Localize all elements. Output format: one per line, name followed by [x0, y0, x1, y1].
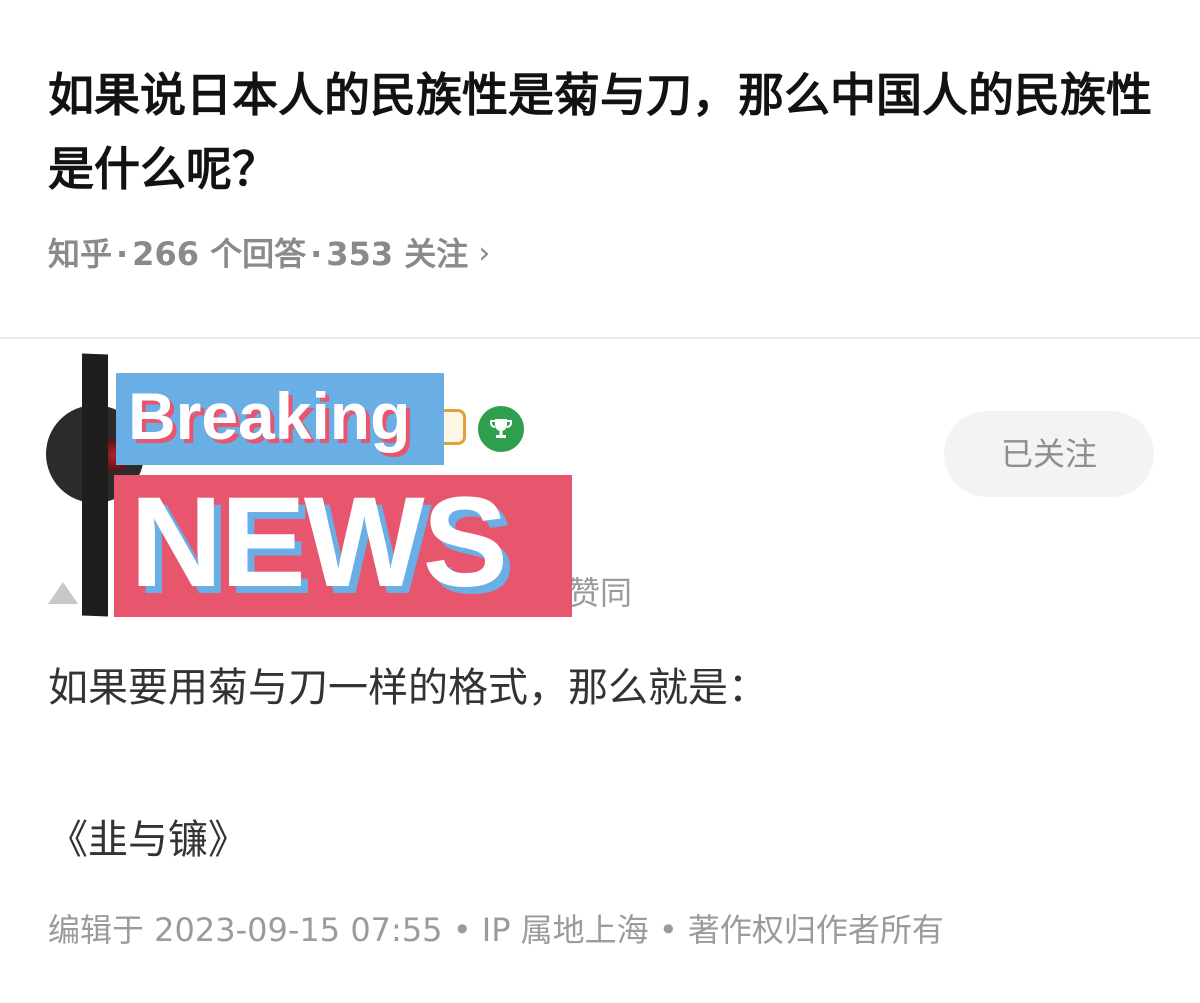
answers-count: 266 个回答 — [132, 235, 307, 273]
breaking-news-overlay: Breaking NEWS — [78, 352, 578, 622]
breaking-text: Breaking — [128, 379, 411, 453]
answer-text-line: 如果要用菊与刀一样的格式，那么就是： — [48, 665, 768, 711]
question-title[interactable]: 如果说日本人的民族性是菊与刀，那么中国人的民族性是什么呢？ — [48, 58, 1168, 206]
chevron-right-icon[interactable]: › — [478, 232, 490, 276]
separator-dot: · — [310, 235, 323, 273]
news-text: NEWS — [130, 471, 508, 614]
answer-text-line: 《韭与镰》 — [48, 817, 248, 863]
followers-count: 353 关注 — [326, 235, 469, 273]
question-meta[interactable]: 知乎 · 266 个回答 · 353 关注 › — [48, 232, 490, 276]
follow-button[interactable]: 已关注 — [944, 411, 1154, 497]
source-label: 知乎 — [48, 235, 113, 273]
overlay-bar — [82, 353, 108, 617]
divider — [0, 337, 1200, 339]
answer-footer: 编辑于 2023-09-15 07:55 • IP 属地上海 • 著作权归作者所… — [48, 911, 944, 949]
vote-up-icon[interactable] — [48, 582, 78, 604]
separator-dot: · — [116, 235, 129, 273]
